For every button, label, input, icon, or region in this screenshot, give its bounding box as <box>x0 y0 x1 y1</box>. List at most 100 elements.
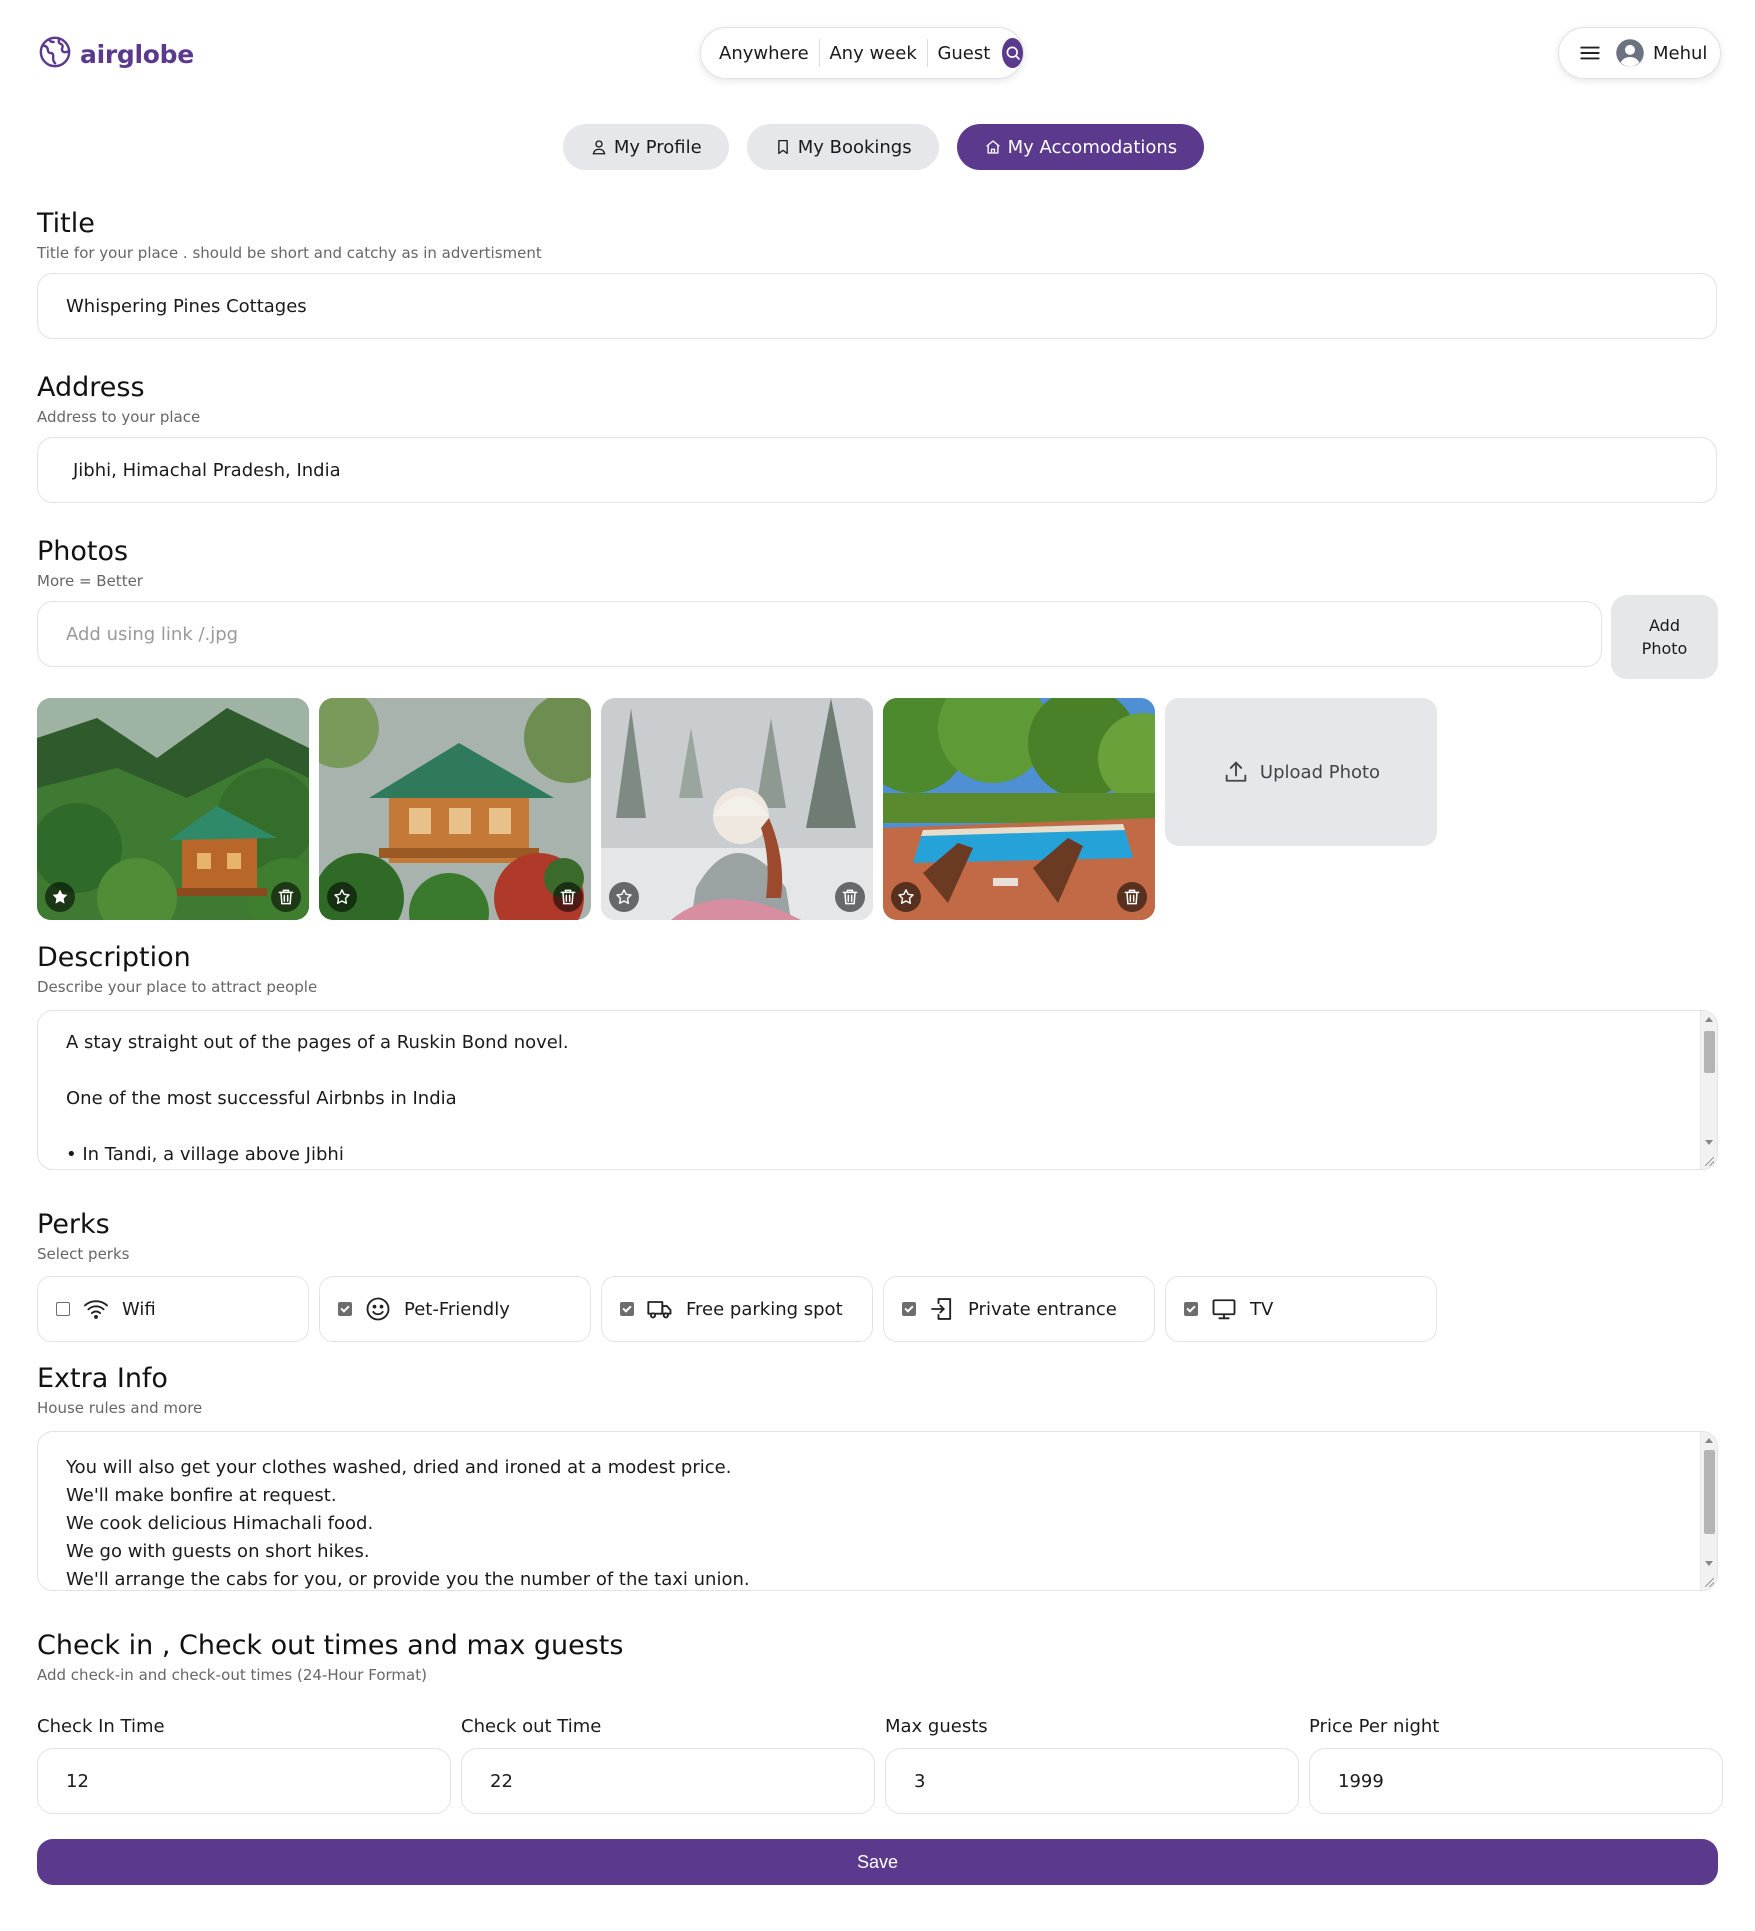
perk-checkbox[interactable] <box>338 1302 352 1316</box>
max-guests-input[interactable]: 3 <box>885 1748 1299 1814</box>
tab-my-accomodations[interactable]: My Accomodations <box>956 124 1205 170</box>
perk-pet-friendly[interactable]: Pet-Friendly <box>319 1276 591 1342</box>
top-navbar: airglobe Anywhere Any week Guest Mehul <box>0 0 1755 110</box>
star-outline-icon <box>898 889 914 904</box>
perk-wifi[interactable]: Wifi <box>37 1276 309 1342</box>
description-header: Description Describe your place to attra… <box>37 942 1717 996</box>
textarea-line: You will also get your clothes washed, d… <box>66 1457 732 1478</box>
section-hint: House rules and more <box>37 1399 203 1417</box>
save-button[interactable]: Save <box>37 1839 1718 1885</box>
checkin-header: Check in , Check out times and max guest… <box>37 1630 1717 1684</box>
extra-info-header: Extra Info House rules and more <box>37 1363 1717 1417</box>
logo[interactable]: airglobe <box>38 35 194 73</box>
upload-photo-button[interactable]: Upload Photo <box>1165 698 1437 846</box>
delete-photo-button[interactable] <box>271 882 301 912</box>
avatar <box>1615 38 1645 68</box>
delete-photo-button[interactable] <box>835 882 865 912</box>
textarea-blank-line <box>66 1057 1689 1085</box>
perk-private-entrance[interactable]: Private entrance <box>883 1276 1155 1342</box>
address-input[interactable]: Jibhi, Himachal Pradesh, India <box>37 437 1717 503</box>
description-textarea[interactable]: A stay straight out of the pages of a Ru… <box>37 1010 1718 1170</box>
title-input[interactable]: Whispering Pines Cottages <box>37 273 1717 339</box>
textarea-line: We cook delicious Himachali food. <box>66 1513 374 1534</box>
add-photo-button[interactable]: Add Photo <box>1611 595 1718 679</box>
textarea-line: • In Tandi, a village above Jibhi <box>66 1144 344 1165</box>
textarea-blank-line <box>66 1113 1689 1141</box>
scrollbar[interactable] <box>1700 1432 1717 1590</box>
perk-label: Wifi <box>122 1298 156 1320</box>
field-label: Price Per night <box>1309 1716 1440 1737</box>
price-per-night-input[interactable]: 1999 <box>1309 1748 1723 1814</box>
home-icon <box>985 140 1000 154</box>
hamburger-menu-icon <box>1577 40 1603 66</box>
delete-photo-button[interactable] <box>553 882 583 912</box>
section-heading: Description <box>37 942 191 973</box>
check-out-time-input[interactable]: 22 <box>461 1748 875 1814</box>
textarea-line: One of the most successful Airbnbs in In… <box>66 1088 457 1109</box>
snowy-forest-image <box>601 698 873 920</box>
photos-section: Photos More = Better Add using link /.jp… <box>37 536 1602 667</box>
resize-grip-icon[interactable] <box>1705 1157 1714 1166</box>
perk-checkbox[interactable] <box>902 1302 916 1316</box>
delete-photo-button[interactable] <box>1117 882 1147 912</box>
search-icon <box>1006 46 1020 60</box>
section-hint: Add check-in and check-out times (24-Hou… <box>37 1666 427 1684</box>
tab-my-profile[interactable]: My Profile <box>562 124 729 170</box>
set-main-photo-button[interactable] <box>891 882 921 912</box>
section-heading: Address <box>37 372 145 403</box>
perk-checkbox[interactable] <box>620 1302 634 1316</box>
resize-grip-icon[interactable] <box>1705 1578 1714 1587</box>
star-outline-icon <box>616 889 632 904</box>
scroll-thumb[interactable] <box>1704 1450 1715 1534</box>
search-location[interactable]: Anywhere <box>719 43 819 64</box>
tab-label: My Bookings <box>797 136 912 158</box>
check-in-time-input[interactable]: 12 <box>37 1748 451 1814</box>
search-bar[interactable]: Anywhere Any week Guest <box>700 27 1024 79</box>
tab-label: My Accomodations <box>1007 136 1178 158</box>
trash-icon <box>278 889 294 905</box>
scroll-thumb[interactable] <box>1704 1031 1715 1073</box>
extra-info-textarea[interactable]: You will also get your clothes washed, d… <box>37 1431 1718 1591</box>
scroll-up-icon[interactable] <box>1705 1017 1713 1022</box>
search-week[interactable]: Any week <box>819 43 926 64</box>
check-out-time-group: Check out Time 22 <box>461 1716 875 1814</box>
textarea-line: We go with guests on short hikes. <box>66 1541 370 1562</box>
account-tabs: My Profile My Bookings My Accomodations <box>0 124 1755 170</box>
photo-gallery: Upload Photo <box>37 698 1437 920</box>
star-filled-icon <box>52 889 68 904</box>
perk-label: Free parking spot <box>686 1298 843 1320</box>
wifi-icon <box>83 1300 109 1319</box>
perks-list: Wifi Pet-Friendly Free parking spot Priv… <box>37 1276 1437 1342</box>
photo-link-input[interactable]: Add using link /.jpg <box>37 601 1602 667</box>
cottage-forest-image <box>37 698 309 920</box>
section-hint: Address to your place <box>37 408 201 426</box>
door-enter-icon <box>931 1298 952 1320</box>
set-main-photo-button[interactable] <box>609 882 639 912</box>
section-heading: Title <box>37 208 95 239</box>
textarea-line: We'll arrange the cabs for you, or provi… <box>66 1569 750 1590</box>
check-in-time-group: Check In Time 12 <box>37 1716 451 1814</box>
scrollbar[interactable] <box>1700 1011 1717 1169</box>
search-button[interactable] <box>1002 38 1023 68</box>
set-main-photo-button[interactable] <box>45 882 75 912</box>
perk-tv[interactable]: TV <box>1165 1276 1437 1342</box>
tab-my-bookings[interactable]: My Bookings <box>746 124 939 170</box>
field-label: Max guests <box>885 1716 988 1737</box>
trash-icon <box>842 889 858 905</box>
perk-free-parking[interactable]: Free parking spot <box>601 1276 873 1342</box>
globe-icon <box>38 35 72 73</box>
user-menu-button[interactable]: Mehul <box>1558 27 1721 79</box>
section-hint: Describe your place to attract people <box>37 978 318 996</box>
scroll-up-icon[interactable] <box>1705 1438 1713 1443</box>
section-heading: Extra Info <box>37 1363 168 1394</box>
scroll-down-icon[interactable] <box>1705 1561 1713 1566</box>
checkin-fields: Check In Time 12 Check out Time 22 Max g… <box>37 1716 1723 1814</box>
set-main-photo-button[interactable] <box>327 882 357 912</box>
user-name: Mehul <box>1653 42 1708 64</box>
perk-label: Private entrance <box>968 1298 1117 1320</box>
perk-checkbox[interactable] <box>56 1302 70 1316</box>
scroll-down-icon[interactable] <box>1705 1140 1713 1145</box>
bookmark-icon <box>777 139 788 155</box>
perk-checkbox[interactable] <box>1184 1302 1198 1316</box>
search-guests[interactable]: Guest <box>927 43 1000 64</box>
